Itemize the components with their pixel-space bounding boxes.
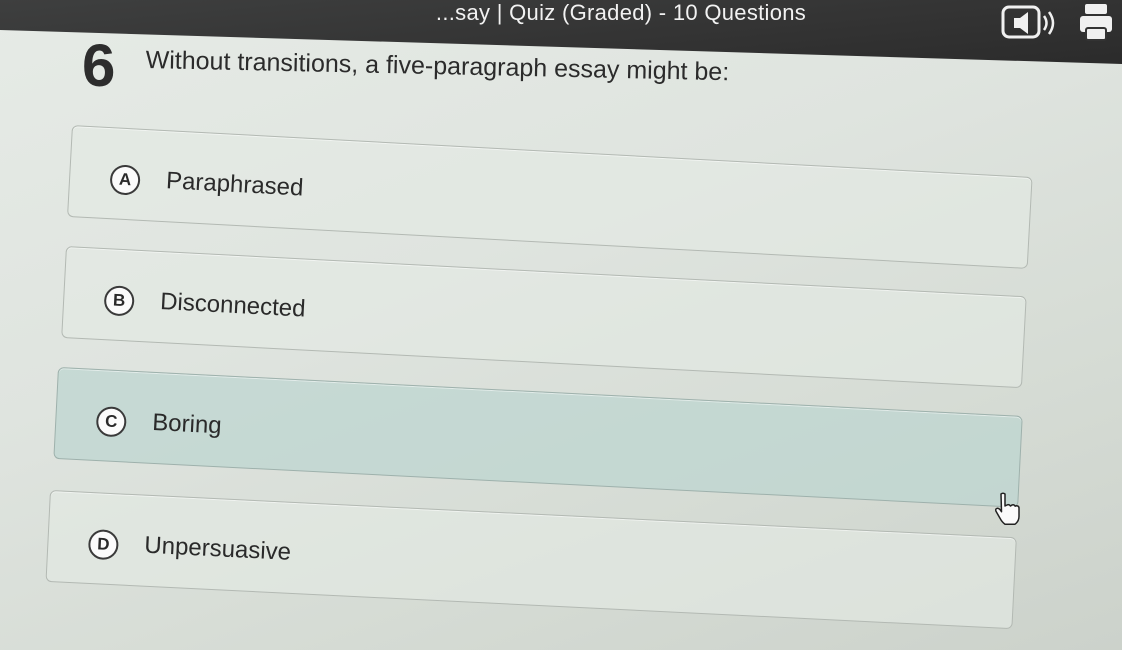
answer-label: Unpersuasive: [143, 531, 292, 566]
print-button[interactable]: [1078, 2, 1114, 42]
answer-letter-badge: C: [95, 406, 128, 438]
answer-label: Boring: [151, 408, 223, 440]
quiz-title: ...say | Quiz (Graded) - 10 Questions: [0, 0, 1122, 26]
quiz-title-text: ...say | Quiz (Graded) - 10 Questions: [435, 0, 807, 25]
answer-letter-badge: D: [87, 528, 120, 561]
answer-option-b[interactable]: B Disconnected: [61, 246, 1027, 389]
question-text: Without transitions, a five-paragraph es…: [145, 46, 730, 87]
hand-cursor-icon: [994, 492, 1020, 525]
answer-label: Paraphrased: [165, 167, 305, 202]
answer-letter-badge: A: [109, 164, 141, 196]
question-number: 6: [82, 32, 116, 99]
audio-button[interactable]: [1000, 4, 1056, 42]
answer-option-d[interactable]: D Unpersuasive: [45, 490, 1017, 630]
answer-label: Disconnected: [159, 288, 307, 323]
speaker-icon: [1001, 5, 1055, 39]
answer-option-a[interactable]: A Paraphrased: [67, 125, 1033, 269]
answer-letter-badge: B: [103, 285, 135, 317]
printer-icon: [1080, 4, 1112, 41]
answer-option-c[interactable]: C Boring: [53, 367, 1023, 508]
